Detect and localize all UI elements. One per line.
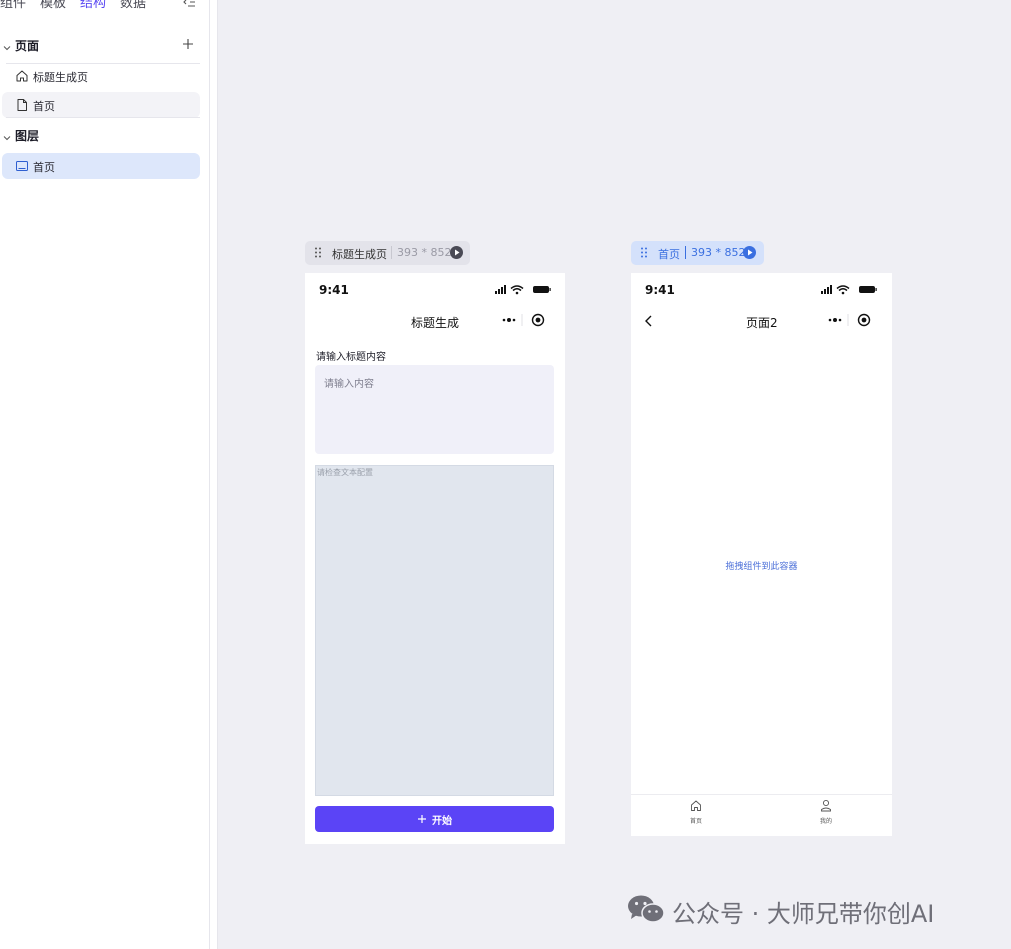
close-target-icon[interactable] [853, 310, 875, 330]
output-text-area: 请检查文本配置 [315, 465, 554, 796]
nav-title: 页面2 [746, 316, 778, 330]
chip-separator [391, 246, 392, 259]
tab-components[interactable]: 组件 [0, 0, 26, 11]
layers-section-title: 图层 [15, 129, 40, 143]
frame-icon [15, 159, 29, 173]
tabbar-item-home[interactable]: 首页 [676, 799, 716, 833]
file-icon [15, 98, 29, 112]
nav-title: 标题生成 [411, 316, 460, 330]
input-placeholder: 请输入内容 [324, 379, 374, 390]
layers-section-header[interactable]: 图层 [0, 123, 210, 149]
more-icon[interactable] [497, 310, 531, 330]
tab-data[interactable]: 数据 [120, 0, 146, 11]
close-target-icon[interactable] [527, 310, 549, 330]
chevron-down-icon [3, 41, 11, 51]
pages-section-title: 页面 [15, 39, 40, 53]
start-button[interactable]: 开始 [315, 806, 554, 832]
status-time: 9:41 [645, 283, 675, 297]
frame-chip-home[interactable]: 首页 393 * 852 [631, 241, 764, 265]
status-time: 9:41 [319, 283, 349, 297]
wechat-icon [628, 895, 665, 923]
layer-item-label: 首页 [33, 161, 55, 174]
plus-icon [417, 813, 427, 823]
play-icon[interactable] [450, 246, 463, 259]
frame-chip-title-gen[interactable]: 标题生成页 393 * 852 [305, 241, 470, 265]
tab-bar: 首页 我的 [631, 794, 892, 836]
frame-dims: 393 * 852 [397, 246, 452, 259]
panel-resize-strip[interactable] [210, 0, 218, 949]
drag-handle-icon[interactable] [639, 246, 649, 259]
drag-handle-icon[interactable] [313, 246, 323, 259]
title-input[interactable]: 请输入内容 [315, 365, 554, 454]
phone-frame-home[interactable]: 9:41 页面2 拖拽组件到此容器 首页 我的 [631, 273, 892, 836]
tab-templates[interactable]: 模板 [40, 0, 66, 11]
more-icon[interactable] [823, 310, 857, 330]
page-item-home[interactable]: 首页 [2, 92, 200, 118]
tab-structure[interactable]: 结构 [80, 0, 106, 11]
status-icons [821, 284, 877, 295]
tabbar-label: 首页 [689, 818, 702, 825]
panel-tabs: 组件 模板 结构 数据 [0, 0, 210, 12]
watermark-text: 公众号 · 大师兄带你创AI [672, 900, 935, 928]
home-icon [691, 800, 701, 811]
page-item-title-gen[interactable]: 标题生成页 [2, 63, 200, 89]
structure-panel: 组件 模板 结构 数据 页面 标题生成页 首页 图层 首页 [0, 0, 210, 949]
chevron-down-icon [3, 131, 11, 141]
input-label: 请输入标题内容 [316, 352, 386, 363]
play-icon[interactable] [743, 246, 756, 259]
drop-zone-hint[interactable]: 拖拽组件到此容器 [631, 559, 892, 572]
divider [6, 117, 200, 118]
tabbar-item-mine[interactable]: 我的 [806, 799, 846, 833]
back-arrow-icon[interactable] [643, 314, 655, 328]
frame-name: 首页 [658, 248, 680, 261]
chip-separator [685, 246, 686, 259]
tabbar-label: 我的 [819, 818, 832, 825]
user-icon [821, 799, 831, 812]
home-icon [15, 69, 29, 83]
page-item-label: 标题生成页 [33, 71, 88, 84]
collapse-panel-icon[interactable] [182, 0, 196, 9]
start-button-label: 开始 [432, 816, 452, 827]
pages-section-header[interactable]: 页面 [0, 33, 210, 59]
page-item-label: 首页 [33, 100, 55, 113]
add-page-icon[interactable] [181, 37, 195, 51]
output-placeholder: 请检查文本配置 [317, 468, 373, 477]
status-icons [495, 284, 551, 295]
frame-name: 标题生成页 [332, 248, 387, 261]
phone-frame-title-gen[interactable]: 9:41 标题生成 请输入标题内容 请输入内容 请检查文本配置 开始 [305, 273, 565, 844]
layer-item-home[interactable]: 首页 [2, 153, 200, 179]
frame-dims: 393 * 852 [691, 246, 746, 259]
